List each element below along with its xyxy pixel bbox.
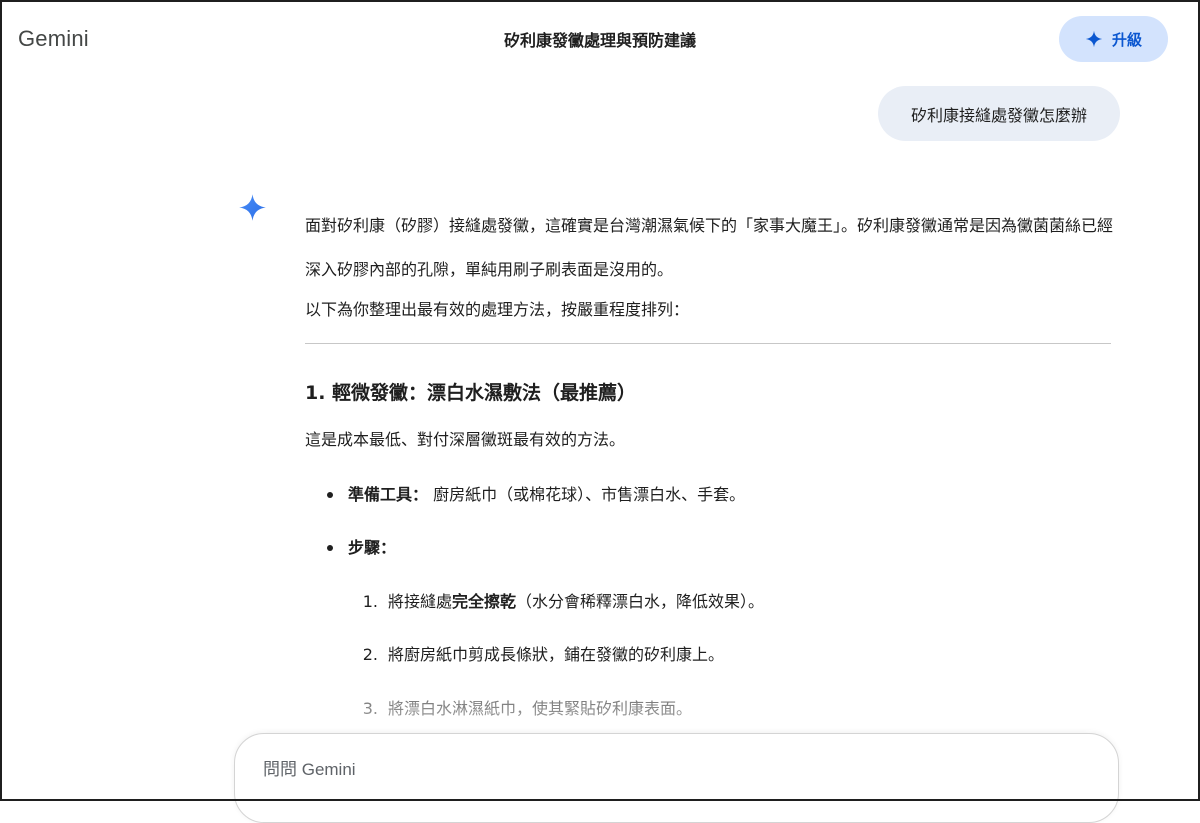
section-heading: 1. 輕微發黴：漂白水濕敷法（最推薦） xyxy=(305,382,637,404)
list-item-label: 步驟： xyxy=(348,538,397,557)
step-text-rest: （水分會稀釋漂白水，降低效果）。 xyxy=(516,592,765,611)
step-emphasis: 完全擦乾 xyxy=(452,592,517,611)
response-intro: 面對矽利康（矽膠）接縫處發黴，這確實是台灣潮濕氣候下的「家事大魔王」。矽利康發黴… xyxy=(305,216,1114,279)
user-message-text: 矽利康接縫處發黴怎麼辦 xyxy=(910,105,1087,125)
step-item: 將接縫處完全擦乾（水分會稀釋漂白水，降低效果）。 xyxy=(388,589,764,615)
bullet-dot xyxy=(327,545,333,551)
step-text: 將廚房紙巾剪成長條狀，鋪在發黴的矽利康上。 xyxy=(388,645,725,664)
sparkle-icon xyxy=(1085,30,1103,48)
step-text: 將接縫處 xyxy=(388,592,453,611)
bullet-dot xyxy=(327,492,333,498)
gemini-sparkle-icon xyxy=(239,194,266,221)
user-message-bubble: 矽利康接縫處發黴怎麼辦 xyxy=(878,86,1120,141)
response-lead: 以下為你整理出最有效的處理方法，按嚴重程度排列： xyxy=(305,300,690,319)
step-number: 1. xyxy=(362,592,378,611)
step-item: 將廚房紙巾剪成長條狀，鋪在發黴的矽利康上。 xyxy=(388,642,724,668)
step-number: 3. xyxy=(362,699,378,718)
section-summary: 這是成本最低、對付深層黴斑最有效的方法。 xyxy=(305,430,626,449)
step-text: 將漂白水淋濕紙巾，使其緊貼矽利康表面。 xyxy=(388,699,693,718)
list-item-text: 廚房紙巾（或棉花球）、市售漂白水、手套。 xyxy=(428,485,746,504)
list-item-tools: 準備工具： 廚房紙巾（或棉花球）、市售漂白水、手套。 xyxy=(348,482,745,508)
step-number: 2. xyxy=(362,645,378,664)
section-divider xyxy=(305,343,1111,344)
prompt-input[interactable] xyxy=(263,758,1063,782)
conversation-title: 矽利康發黴處理與預防建議 xyxy=(503,31,696,50)
upgrade-label: 升級 xyxy=(1111,30,1142,49)
prompt-composer[interactable] xyxy=(234,733,1119,823)
list-item-label: 準備工具： xyxy=(348,485,429,504)
list-item-steps: 步驟： xyxy=(348,535,396,561)
step-item: 將漂白水淋濕紙巾，使其緊貼矽利康表面。 xyxy=(388,696,692,722)
upgrade-button[interactable]: 升級 xyxy=(1059,16,1168,62)
